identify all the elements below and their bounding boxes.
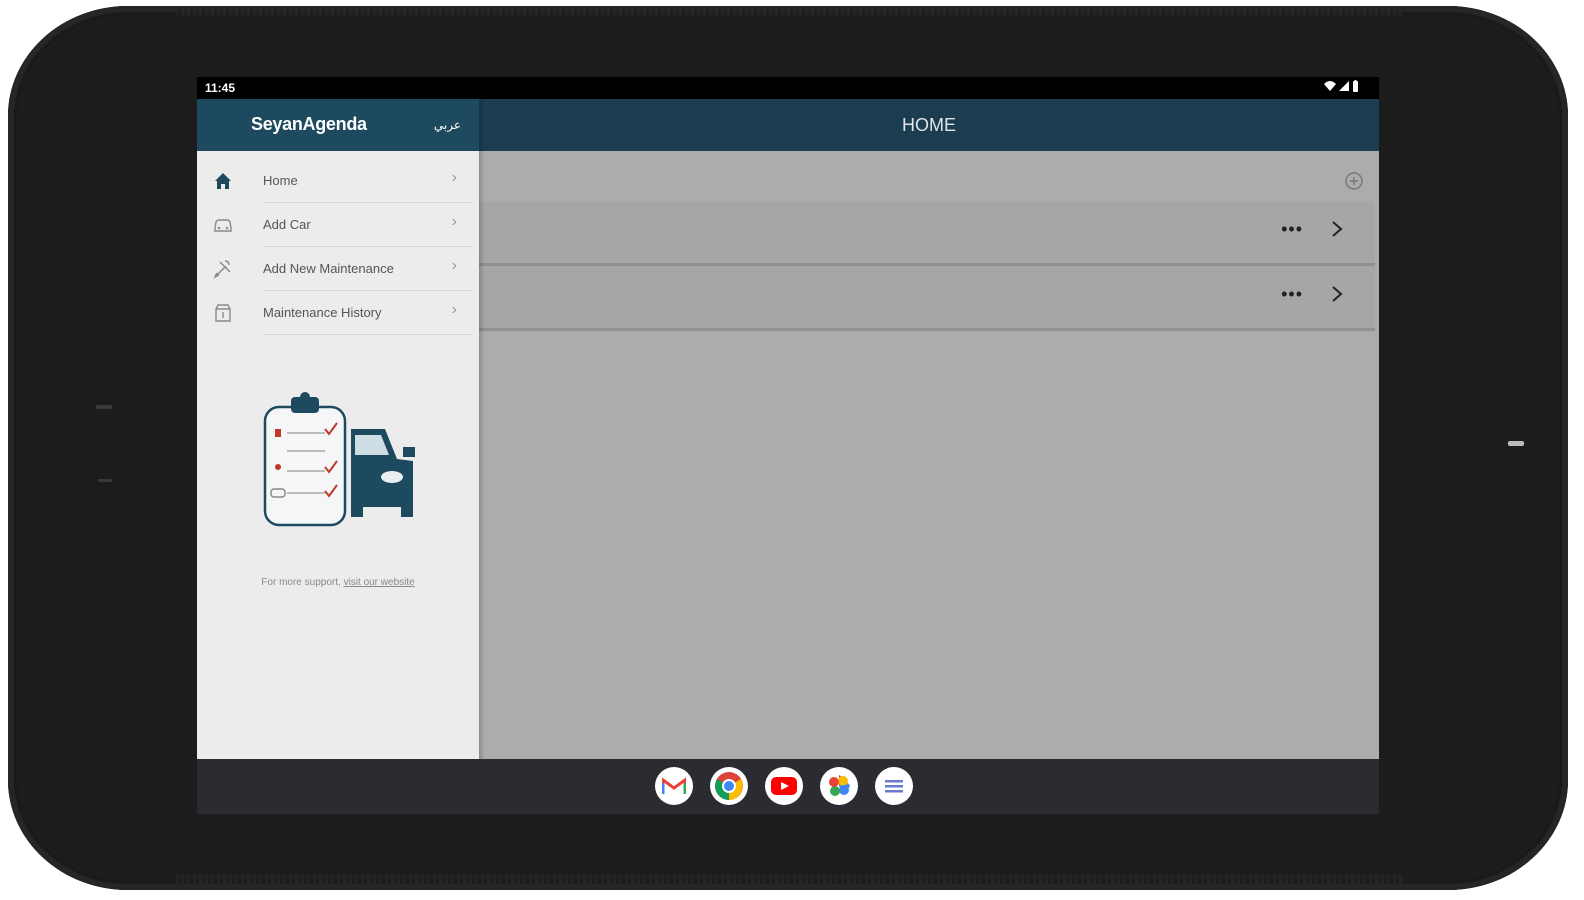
menu-item-home[interactable]: Home › bbox=[197, 159, 479, 203]
status-bar: 11:45 bbox=[197, 77, 1379, 99]
more-options-button[interactable]: ••• bbox=[1281, 219, 1303, 240]
tablet-edge-bottom bbox=[175, 874, 1405, 884]
navigation-drawer: SeyanAgenda عربي Home › Add Car › Add Ne… bbox=[197, 99, 479, 759]
drawer-header: SeyanAgenda عربي bbox=[197, 99, 479, 151]
menu-item-add-car[interactable]: Add Car › bbox=[197, 203, 479, 247]
wifi-icon bbox=[1324, 81, 1336, 91]
chrome-icon[interactable] bbox=[710, 767, 748, 805]
battery-icon bbox=[1353, 80, 1358, 92]
menu-item-maintenance-history[interactable]: Maintenance History › bbox=[197, 291, 479, 335]
chevron-right-icon[interactable] bbox=[1329, 284, 1345, 304]
tools-icon bbox=[213, 260, 231, 279]
app-drawer-icon[interactable] bbox=[875, 767, 913, 805]
more-options-button[interactable]: ••• bbox=[1281, 284, 1303, 305]
list-item[interactable]: ••• bbox=[479, 201, 1375, 266]
menu-item-add-maintenance[interactable]: Add New Maintenance › bbox=[197, 247, 479, 291]
page-title: HOME bbox=[902, 115, 956, 135]
app-window: HOME ••• ••• SeyanAgenda عربي Home › Add… bbox=[197, 99, 1379, 759]
photos-icon[interactable] bbox=[820, 767, 858, 805]
chevron-right-icon: › bbox=[451, 169, 457, 186]
history-icon bbox=[215, 304, 231, 322]
menu-item-label: Maintenance History bbox=[263, 305, 382, 320]
support-footer: For more support, visit our website bbox=[197, 577, 479, 588]
tablet-edge-top bbox=[175, 6, 1405, 16]
screen: 11:45 HOME ••• ••• SeyanAgenda عربي Home… bbox=[197, 77, 1379, 814]
divider bbox=[263, 334, 473, 335]
power-button[interactable] bbox=[1508, 441, 1524, 446]
add-circle-icon[interactable] bbox=[1343, 170, 1365, 192]
side-sensor bbox=[96, 405, 112, 409]
gmail-icon[interactable] bbox=[655, 767, 693, 805]
app-name: SeyanAgenda bbox=[251, 114, 367, 134]
taskbar bbox=[197, 759, 1379, 814]
menu-item-label: Home bbox=[263, 173, 298, 188]
youtube-icon[interactable] bbox=[765, 767, 803, 805]
menu-item-label: Add Car bbox=[263, 217, 311, 232]
side-sensor-lower bbox=[98, 479, 112, 482]
content-area: ••• ••• bbox=[479, 151, 1379, 759]
main-panel: HOME ••• ••• bbox=[479, 99, 1379, 759]
app-dock bbox=[655, 767, 913, 805]
chevron-right-icon: › bbox=[451, 301, 457, 318]
top-app-bar: HOME bbox=[479, 99, 1379, 151]
list-item[interactable]: ••• bbox=[479, 266, 1375, 331]
menu-item-label: Add New Maintenance bbox=[263, 261, 394, 276]
language-toggle[interactable]: عربي bbox=[434, 118, 461, 132]
drawer-shadow bbox=[479, 99, 485, 759]
website-link[interactable]: visit our website bbox=[344, 577, 415, 588]
status-time: 11:45 bbox=[205, 81, 236, 95]
signal-icon bbox=[1339, 81, 1349, 91]
chevron-right-icon: › bbox=[451, 257, 457, 274]
home-icon bbox=[215, 173, 231, 189]
support-text: For more support, bbox=[261, 577, 344, 588]
car-icon bbox=[214, 219, 232, 232]
chevron-right-icon: › bbox=[451, 213, 457, 230]
status-icons bbox=[1324, 80, 1359, 92]
maintenance-checklist-illustration bbox=[263, 392, 415, 527]
drawer-menu: Home › Add Car › Add New Maintenance › M… bbox=[197, 159, 479, 335]
chevron-right-icon[interactable] bbox=[1329, 219, 1345, 239]
